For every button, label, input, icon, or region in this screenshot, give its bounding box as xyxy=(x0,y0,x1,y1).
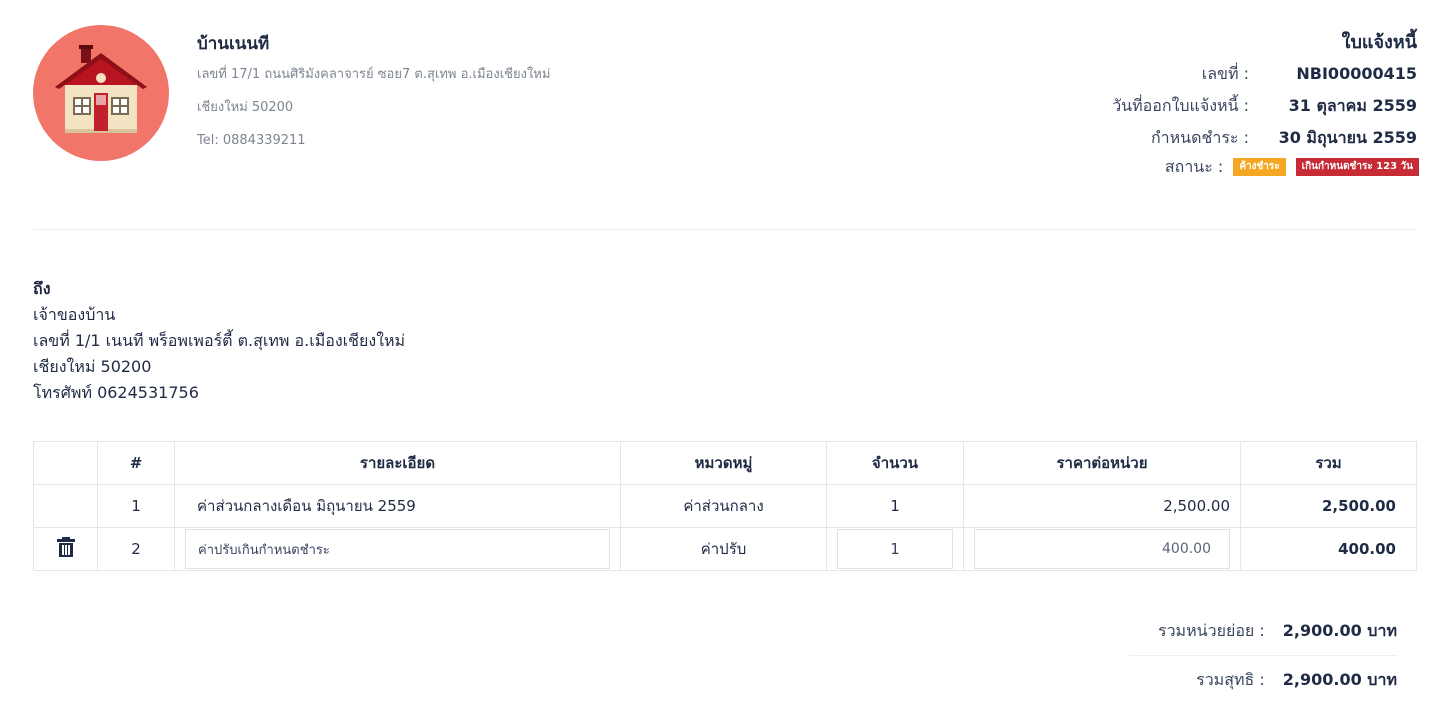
row-desc: ค่าส่วนกลางเดือน มิถุนายน 2559 xyxy=(174,484,621,528)
row-action-cell xyxy=(33,527,98,571)
status-badge: ค้างชำระ xyxy=(1233,158,1286,176)
header-action xyxy=(33,441,98,485)
row-no: 1 xyxy=(97,484,175,528)
status-label: สถานะ : xyxy=(1164,157,1224,176)
net-total-label: รวมสุทธิ : xyxy=(1196,670,1265,689)
company-city: เชียงใหม่ 50200 xyxy=(197,100,294,115)
header-qty: จำนวน xyxy=(826,441,964,485)
totals-divider xyxy=(1129,655,1397,656)
subtotal-row: รวมหน่วยย่อย : 2,900.00 บาท xyxy=(1107,611,1397,651)
invoice-info: ใบแจ้งหนี้ เลขที่ : NBI00000415 วันที่ออ… xyxy=(997,28,1419,180)
company-address: เลขที่ 17/1 ถนนศิริมังคลาจารย์ ซอย7 ต.สุ… xyxy=(197,67,551,82)
subtotal-label: รวมหน่วยย่อย : xyxy=(1157,621,1265,640)
issue-date: 31 ตุลาคม 2559 xyxy=(1288,96,1417,115)
header-unit-price: ราคาต่อหน่วย xyxy=(963,441,1241,485)
totals: รวมหน่วยย่อย : 2,900.00 บาท รวมสุทธิ : 2… xyxy=(1107,611,1397,700)
row-price-cell: 400.00 xyxy=(963,527,1241,571)
company-name: บ้านเนนที xyxy=(197,34,270,54)
row-total: 400.00 xyxy=(1240,527,1417,571)
header-category: หมวดหมู่ xyxy=(620,441,827,485)
net-total-value: 2,900.00 บาท xyxy=(1282,670,1397,689)
bill-to: ถึง เจ้าของบ้าน เลขที่ 1/1 เนนที พร็อพเพ… xyxy=(33,276,405,406)
due-date: 30 มิถุนายน 2559 xyxy=(1278,128,1417,147)
overdue-badge: เกินกำหนดชำระ 123 วัน xyxy=(1295,158,1419,176)
row-total: 2,500.00 xyxy=(1240,484,1417,528)
bill-to-phone: โทรศัพท์ 0624531756 xyxy=(33,383,199,402)
company-info: บ้านเนนที เลขที่ 17/1 ถนนศิริมังคลาจารย์… xyxy=(197,30,550,157)
net-total-row: รวมสุทธิ : 2,900.00 บาท xyxy=(1107,660,1397,700)
row-desc-cell: ค่าปรับเกินกำหนดชำระ xyxy=(174,527,621,571)
row-qty: 1 xyxy=(826,484,964,528)
bill-to-name: เจ้าของบ้าน xyxy=(33,305,116,324)
table-row: 2 ค่าปรับเกินกำหนดชำระ ค่าปรับ 1 400.00 … xyxy=(33,527,1417,571)
bill-to-address: เลขที่ 1/1 เนนที พร็อพเพอร์ตี้ ต.สุเทพ อ… xyxy=(33,331,406,350)
issue-date-row: วันที่ออกใบแจ้งหนี้ : 31 ตุลาคม 2559 xyxy=(997,90,1417,122)
house-icon xyxy=(55,45,147,133)
row-category: ค่าปรับ xyxy=(620,527,827,571)
row-category: ค่าส่วนกลาง xyxy=(620,484,827,528)
status-row: สถานะ : ค้างชำระ เกินกำหนดชำระ 123 วัน xyxy=(997,154,1419,180)
header-total: รวม xyxy=(1240,441,1417,485)
issue-date-label: วันที่ออกใบแจ้งหนี้ : xyxy=(1112,96,1249,115)
row-qty-cell: 1 xyxy=(826,527,964,571)
invoice-number: NBI00000415 xyxy=(1296,64,1417,83)
subtotal-value: 2,900.00 บาท xyxy=(1282,621,1397,640)
table-row: 1 ค่าส่วนกลางเดือน มิถุนายน 2559 ค่าส่วน… xyxy=(33,484,1417,528)
company-logo xyxy=(33,25,169,161)
header-no: # xyxy=(97,441,175,485)
bill-to-label: ถึง xyxy=(33,279,51,298)
invoice-number-label: เลขที่ : xyxy=(1201,64,1249,83)
invoice-number-row: เลขที่ : NBI00000415 xyxy=(997,58,1417,90)
company-tel: Tel: 0884339211 xyxy=(197,133,306,148)
due-date-row: กำหนดชำระ : 30 มิถุนายน 2559 xyxy=(997,122,1417,154)
items-table: # รายละเอียด หมวดหมู่ จำนวน ราคาต่อหน่วย… xyxy=(33,441,1417,571)
trash-icon[interactable] xyxy=(56,536,76,562)
bill-to-city: เชียงใหม่ 50200 xyxy=(33,357,152,376)
table-header-row: # รายละเอียด หมวดหมู่ จำนวน ราคาต่อหน่วย… xyxy=(33,441,1417,485)
row-action-cell xyxy=(33,484,98,528)
description-input[interactable]: ค่าปรับเกินกำหนดชำระ xyxy=(185,529,610,569)
header-divider xyxy=(33,229,1417,230)
row-no: 2 xyxy=(97,527,175,571)
row-unit-price: 2,500.00 xyxy=(963,484,1241,528)
invoice-title: ใบแจ้งหนี้ xyxy=(1341,32,1417,53)
unit-price-input[interactable]: 400.00 xyxy=(974,529,1230,569)
quantity-input[interactable]: 1 xyxy=(837,529,953,569)
header-desc: รายละเอียด xyxy=(174,441,621,485)
due-date-label: กำหนดชำระ : xyxy=(1150,128,1249,147)
